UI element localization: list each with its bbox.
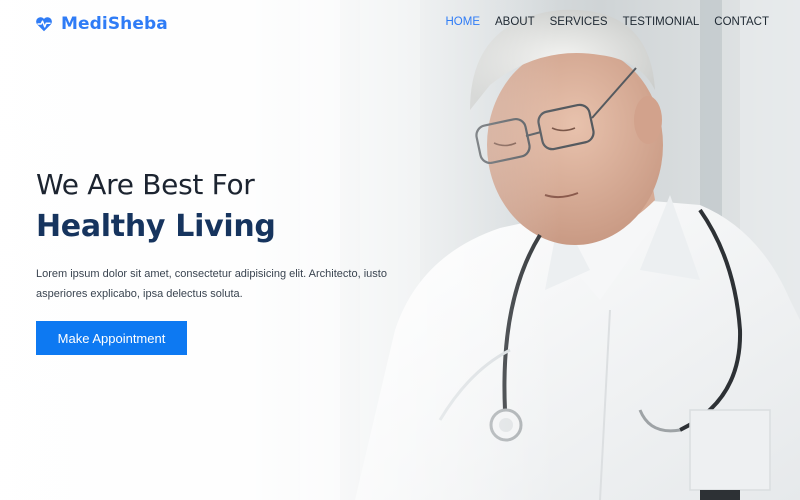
nav-item-contact[interactable]: CONTACT	[714, 16, 769, 28]
nav-item-about[interactable]: ABOUT	[495, 16, 535, 28]
heartbeat-icon	[36, 17, 52, 32]
nav-item-services[interactable]: SERVICES	[550, 16, 608, 28]
brand-name: MediSheba	[61, 14, 168, 34]
hero-headline-line1: We Are Best For	[36, 168, 255, 201]
main-nav: HOME ABOUT SERVICES TESTIMONIAL CONTACT	[431, 16, 770, 28]
brand-logo[interactable]: MediSheba	[35, 14, 168, 34]
hero-headline-line2: Healthy Living	[36, 209, 276, 244]
nav-item-home[interactable]: HOME	[446, 16, 481, 28]
nav-item-testimonial[interactable]: TESTIMONIAL	[623, 16, 700, 28]
hero-description: Lorem ipsum dolor sit amet, consectetur …	[36, 268, 387, 300]
hero-content: We Are Best For Healthy Living Lorem ips…	[36, 168, 416, 304]
make-appointment-button[interactable]: Make Appointment	[36, 321, 187, 355]
top-navbar: MediSheba HOME ABOUT SERVICES TESTIMONIA…	[0, 0, 800, 48]
